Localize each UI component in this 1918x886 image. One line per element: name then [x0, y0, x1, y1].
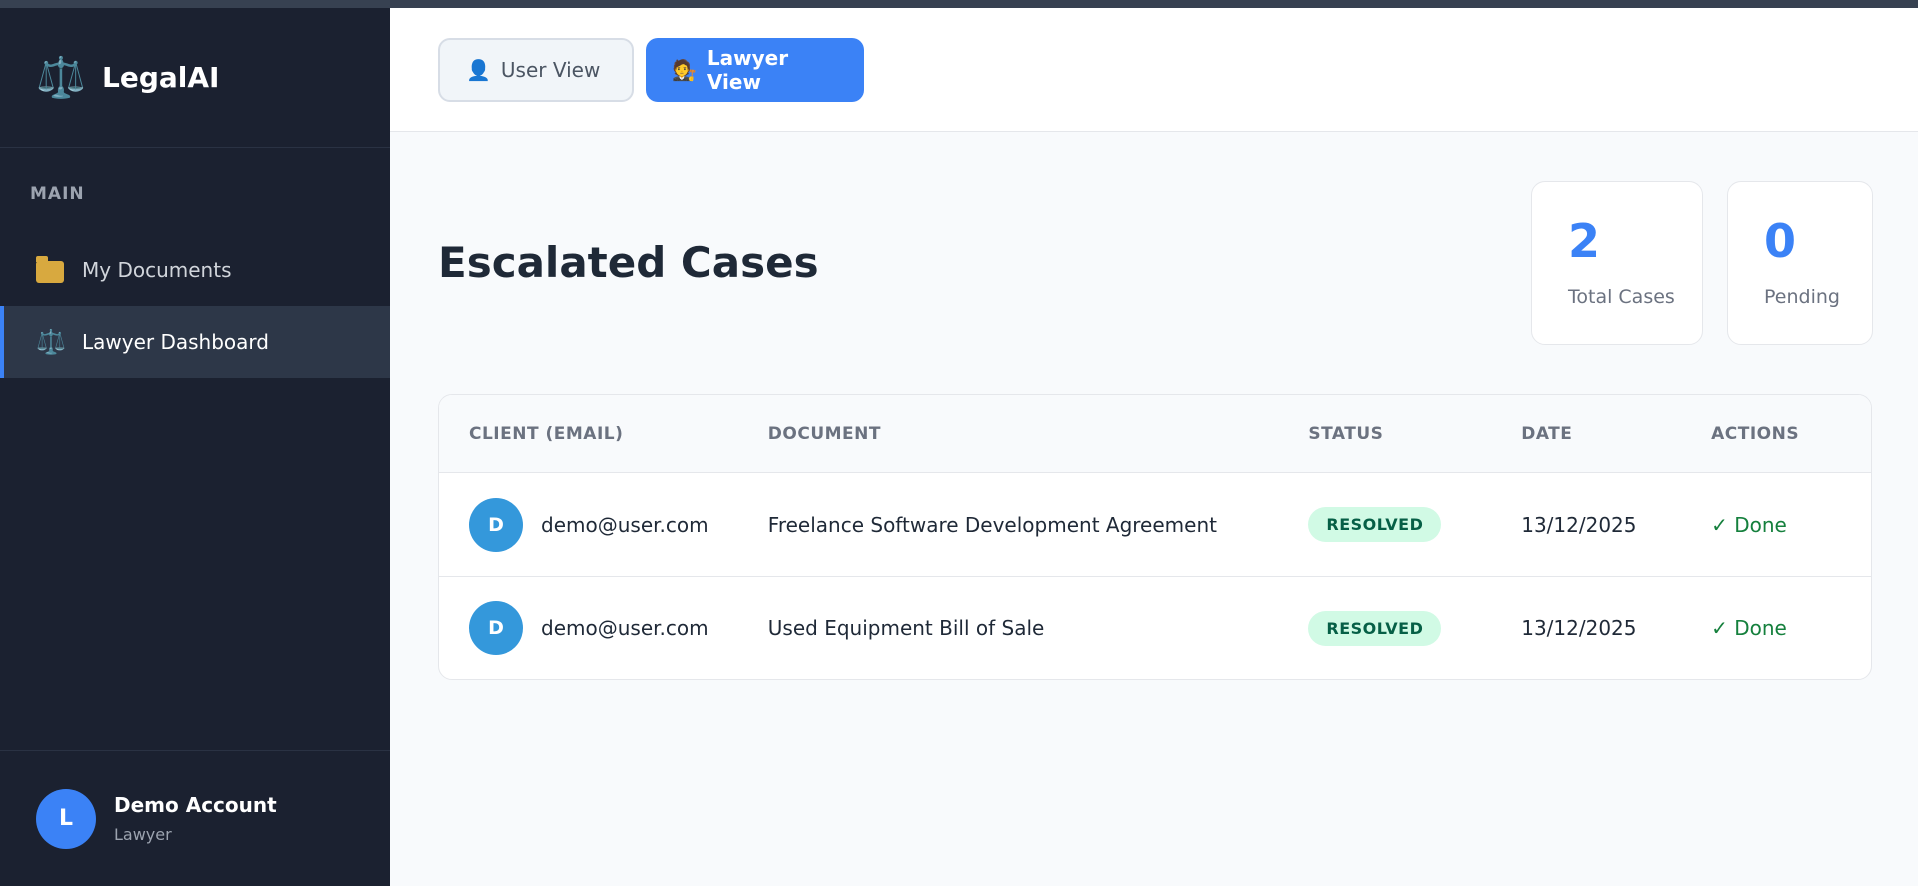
sidebar-item-my-documents[interactable]: My Documents — [0, 234, 390, 306]
folder-icon — [36, 256, 82, 283]
header: 👤 User View 🧑‍⚖️ Lawyer View — [390, 8, 1918, 132]
stat-card-total-cases: 2 Total Cases — [1531, 181, 1703, 345]
document-name: Used Equipment Bill of Sale — [767, 616, 1045, 640]
stat-card-pending: 0 Pending — [1727, 181, 1873, 345]
window-top-bar — [0, 0, 1918, 8]
stat-label: Total Cases — [1568, 286, 1675, 308]
stat-label: Pending — [1764, 286, 1840, 308]
stat-value: 0 — [1764, 214, 1797, 268]
sidebar-item-label: My Documents — [82, 258, 232, 282]
table-row: D demo@user.com Freelance Software Devel… — [439, 473, 1871, 576]
client-email: demo@user.com — [541, 512, 709, 537]
column-header-actions: ACTIONS — [1711, 423, 1800, 444]
user-view-button[interactable]: 👤 User View — [438, 37, 634, 102]
avatar: L — [36, 788, 96, 849]
stat-value: 2 — [1568, 214, 1601, 268]
sidebar-item-lawyer-dashboard[interactable]: ⚖️ Lawyer Dashboard — [0, 306, 390, 378]
sidebar: ⚖️ LegalAI MAIN My Documents ⚖️ Lawyer D… — [0, 8, 390, 886]
done-action[interactable]: ✓ Done — [1711, 513, 1871, 537]
client-avatar: D — [469, 497, 523, 552]
brand-title: LegalAI — [102, 61, 220, 94]
judge-icon: 🧑‍⚖️ — [672, 57, 697, 82]
user-profile[interactable]: L Demo Account Lawyer — [0, 750, 390, 886]
client-email: demo@user.com — [541, 616, 709, 640]
table-header: CLIENT (EMAIL) DOCUMENT STATUS DATE ACTI… — [439, 395, 1871, 473]
document-name: Freelance Software Development Agreement — [767, 512, 1217, 537]
lawyer-view-label: Lawyer View — [706, 45, 789, 94]
user-view-label: User View — [500, 57, 601, 82]
status-badge: RESOLVED — [1308, 610, 1442, 646]
done-action[interactable]: ✓ Done — [1711, 616, 1871, 640]
client-avatar: D — [469, 601, 523, 655]
lawyer-view-button[interactable]: 🧑‍⚖️ Lawyer View — [646, 37, 864, 102]
sidebar-item-label: Lawyer Dashboard — [82, 330, 269, 354]
user-role: Lawyer — [114, 825, 172, 844]
user-icon: 👤 — [466, 57, 491, 82]
table-row: D demo@user.com Used Equipment Bill of S… — [439, 576, 1871, 679]
sidebar-section-label: MAIN — [30, 184, 85, 204]
scales-icon: ⚖️ — [36, 328, 66, 356]
column-header-date: DATE — [1521, 423, 1573, 444]
column-header-status: STATUS — [1308, 423, 1384, 444]
column-header-document: DOCUMENT — [767, 423, 881, 444]
brand: ⚖️ LegalAI — [0, 8, 390, 148]
case-date: 13/12/2025 — [1521, 616, 1637, 640]
page-title: Escalated Cases — [438, 238, 819, 287]
status-badge: RESOLVED — [1308, 507, 1442, 542]
user-name: Demo Account — [114, 793, 277, 817]
column-header-client: CLIENT (EMAIL) — [469, 423, 624, 444]
scales-logo-icon: ⚖️ — [36, 54, 86, 101]
main-content: Escalated Cases 2 Total Cases 0 Pending … — [438, 132, 1873, 680]
cases-table: CLIENT (EMAIL) DOCUMENT STATUS DATE ACTI… — [438, 394, 1872, 680]
case-date: 13/12/2025 — [1521, 512, 1637, 537]
